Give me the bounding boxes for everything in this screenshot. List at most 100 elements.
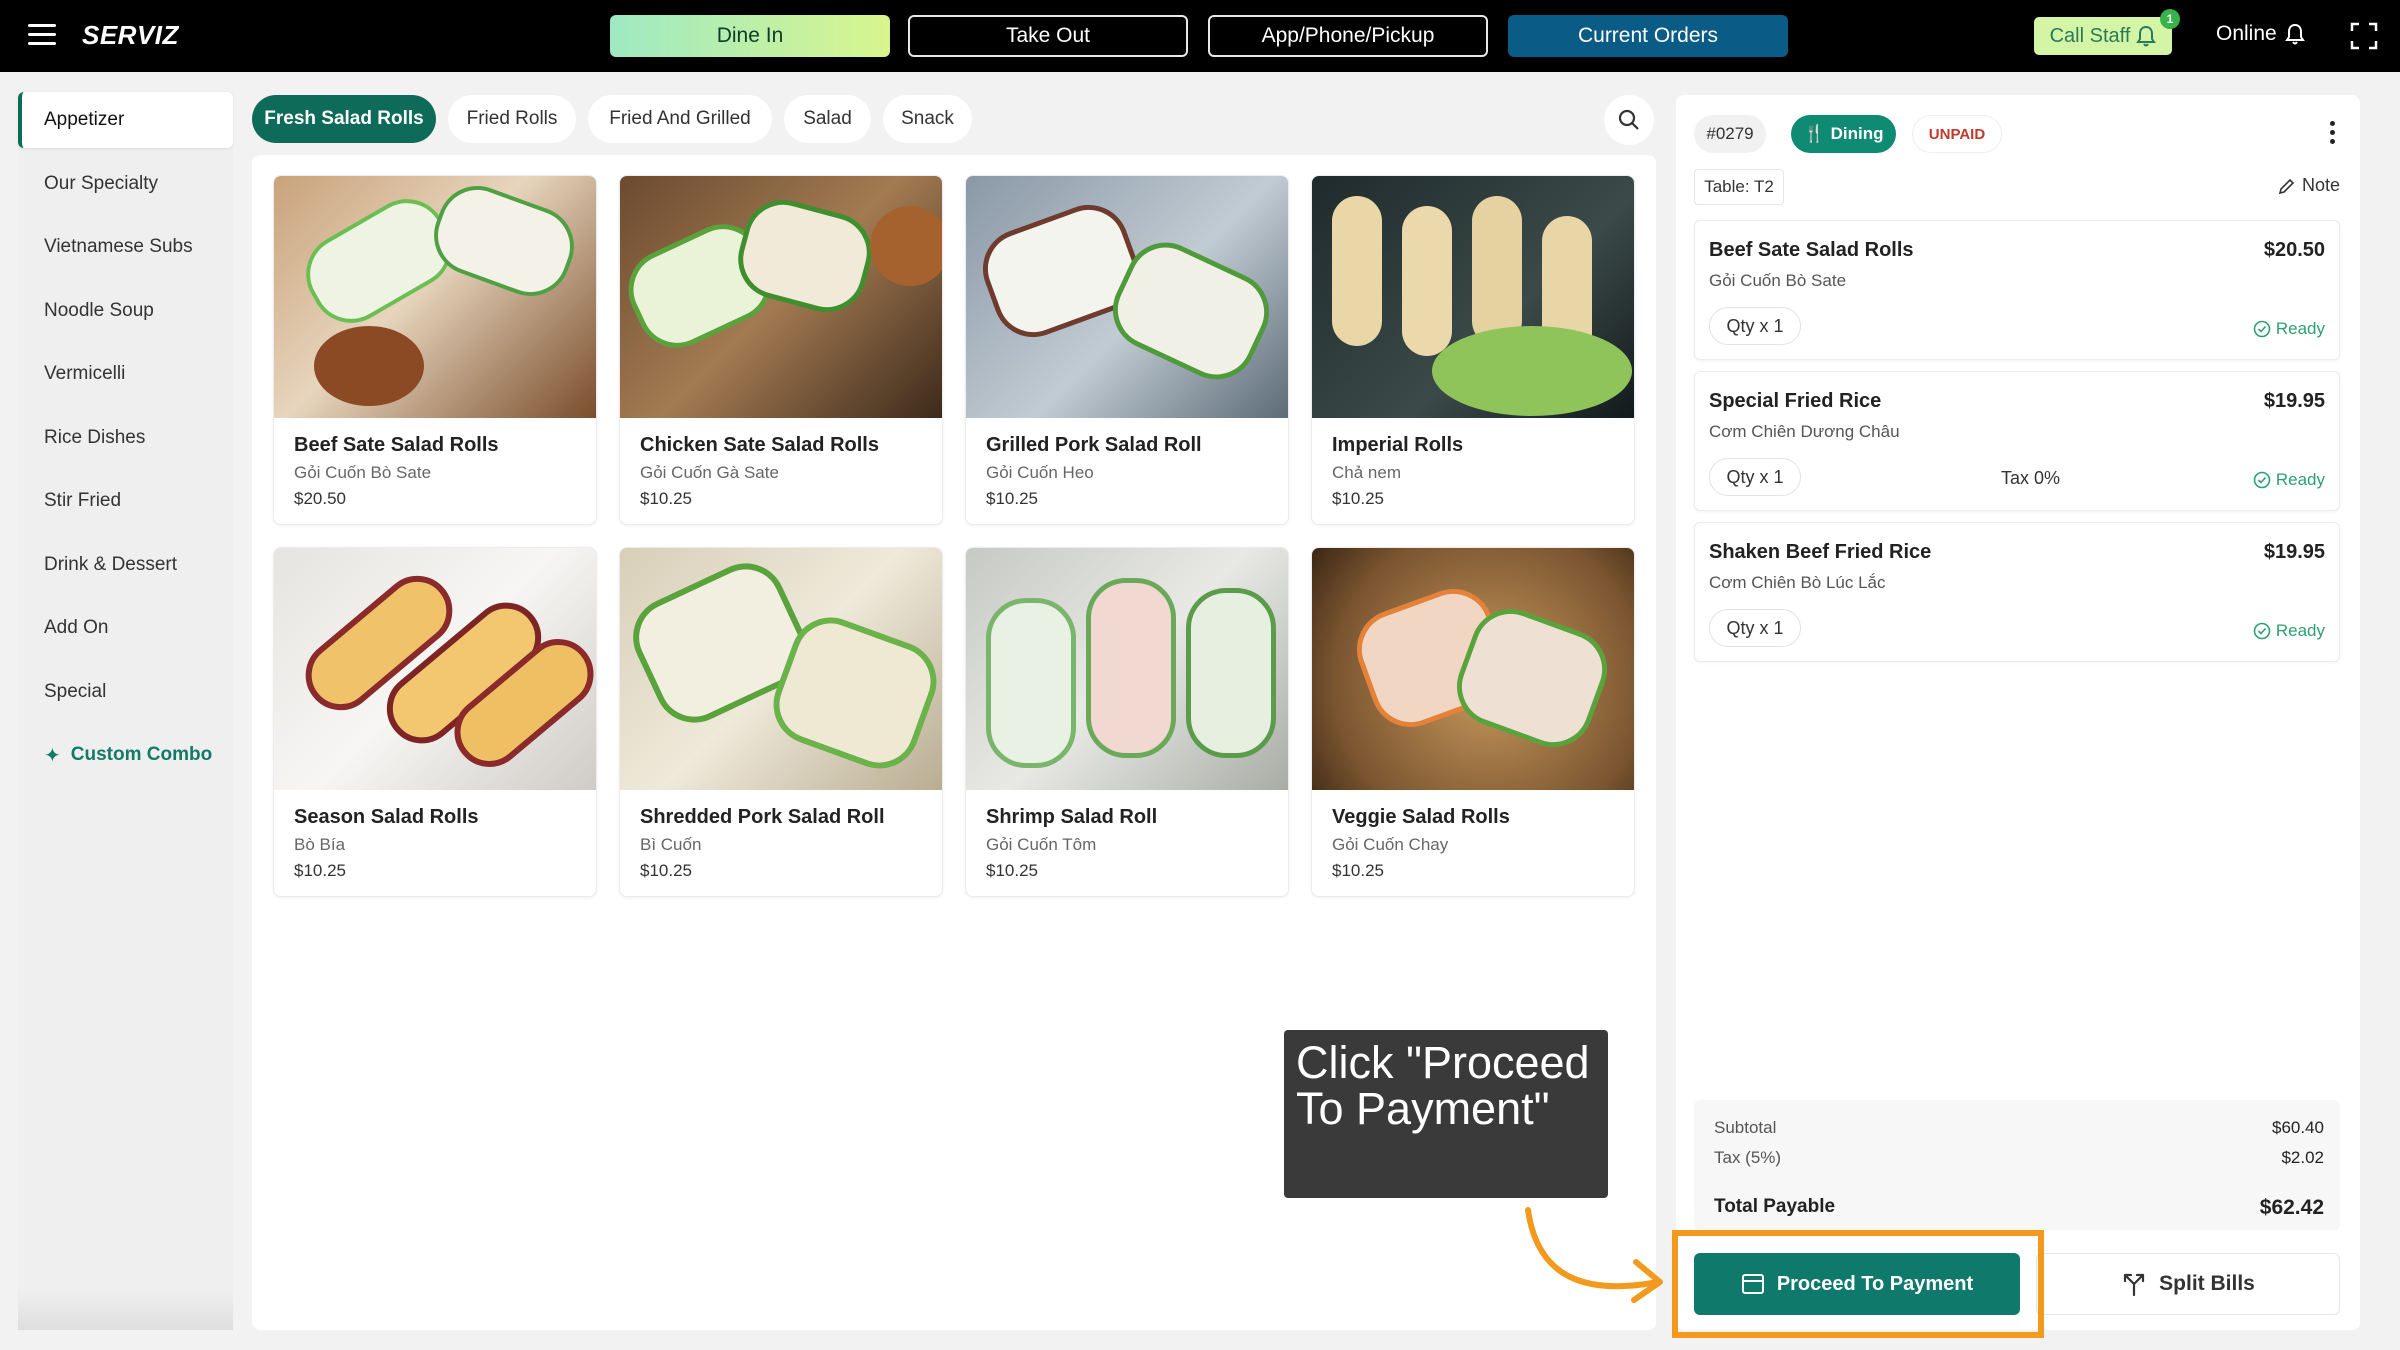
product-price: $10.25 <box>294 861 346 880</box>
item-name: Shaken Beef Fried Rice <box>1709 541 1932 563</box>
subcategory-fried-rolls[interactable]: Fried Rolls <box>448 95 576 143</box>
product-photo <box>620 548 942 790</box>
more-options-icon[interactable] <box>2326 121 2338 149</box>
online-status[interactable]: Online <box>2216 22 2305 46</box>
product-photo <box>274 548 596 790</box>
menu-icon[interactable] <box>28 24 56 48</box>
tab-current-orders[interactable]: Current Orders <box>1508 15 1788 57</box>
category-vermicelli[interactable]: Vermicelli <box>18 346 233 402</box>
subtotal-value: $60.40 <box>2272 1118 2324 1137</box>
item-price: $19.95 <box>2263 390 2325 412</box>
item-status-label: Ready <box>2275 470 2325 489</box>
order-panel: #0279 🍴 Dining UNPAID Table: T2 Note Bee… <box>1676 95 2360 1330</box>
order-type-badge[interactable]: 🍴 Dining <box>1791 115 1896 153</box>
subcategory-salad[interactable]: Salad <box>784 95 871 143</box>
bell-icon <box>2136 25 2157 47</box>
product-photo <box>1312 176 1634 418</box>
item-status-label: Ready <box>2275 621 2325 640</box>
product-card[interactable]: Shrimp Salad Roll Gỏi Cuốn Tôm $10.25 <box>965 547 1289 897</box>
order-line-item[interactable]: Special Fried Rice $19.95 Cơm Chiên Dươn… <box>1694 371 2340 511</box>
total-value: $62.42 <box>2259 1196 2324 1219</box>
product-price: $20.50 <box>294 489 346 508</box>
product-subtitle: Gỏi Cuốn Tôm <box>986 835 1097 854</box>
category-appetizer[interactable]: Appetizer <box>18 92 233 148</box>
product-name: Beef Sate Salad Rolls <box>294 434 499 456</box>
item-name: Beef Sate Salad Rolls <box>1709 239 1914 261</box>
item-status: Ready <box>2253 621 2325 641</box>
category-our-specialty[interactable]: Our Specialty <box>18 156 233 212</box>
product-card[interactable]: Shredded Pork Salad Roll Bì Cuốn $10.25 <box>619 547 943 897</box>
order-totals: Subtotal $60.40 Tax (5%) $2.02 Total Pay… <box>1694 1100 2340 1230</box>
subcategory-fried-and-grilled[interactable]: Fried And Grilled <box>588 95 772 143</box>
tab-app-phone-pickup[interactable]: App/Phone/Pickup <box>1208 15 1488 57</box>
product-name: Imperial Rolls <box>1332 434 1464 456</box>
category-stir-fried[interactable]: Stir Fried <box>18 473 233 529</box>
item-name: Special Fried Rice <box>1709 390 1882 412</box>
category-drink-dessert[interactable]: Drink & Dessert <box>18 537 233 593</box>
check-circle-icon <box>2253 320 2271 338</box>
check-circle-icon <box>2253 471 2271 489</box>
product-card[interactable]: Beef Sate Salad Rolls Gỏi Cuốn Bò Sate $… <box>273 175 597 525</box>
product-subtitle: Bò Bía <box>294 835 346 854</box>
product-card[interactable]: Season Salad Rolls Bò Bía $10.25 <box>273 547 597 897</box>
category-add-on[interactable]: Add On <box>18 600 233 656</box>
product-name: Shredded Pork Salad Roll <box>640 806 885 828</box>
brand-logo: SERVIZ <box>82 20 179 50</box>
subtotal-label: Subtotal <box>1714 1118 1777 1137</box>
product-card[interactable]: Veggie Salad Rolls Gỏi Cuốn Chay $10.25 <box>1311 547 1635 897</box>
item-qty[interactable]: Qty x 1 <box>1709 609 1801 647</box>
category-noodle-soup[interactable]: Noodle Soup <box>18 283 233 339</box>
tax-label: Tax (5%) <box>1714 1148 1782 1167</box>
category-vietnamese-subs[interactable]: Vietnamese Subs <box>18 219 233 275</box>
product-card[interactable]: Imperial Rolls Chả nem $10.25 <box>1311 175 1635 525</box>
category-sidebar: Appetizer Our Specialty Vietnamese Subs … <box>18 92 233 1330</box>
item-qty[interactable]: Qty x 1 <box>1709 307 1801 345</box>
search-button[interactable] <box>1604 95 1654 145</box>
item-subtitle: Cơm Chiên Dương Châu <box>1709 422 1900 441</box>
total-label: Total Payable <box>1714 1196 1836 1217</box>
search-icon <box>1618 109 1639 130</box>
subcategory-snack[interactable]: Snack <box>883 95 972 143</box>
fullscreen-icon[interactable] <box>2350 22 2378 50</box>
split-bills-label: Split Bills <box>2159 1272 2255 1295</box>
bell-icon <box>2284 23 2305 45</box>
tab-dine-in[interactable]: Dine In <box>610 15 890 57</box>
order-number: #0279 <box>1694 115 1766 153</box>
item-subtitle: Cơm Chiên Bò Lúc Lắc <box>1709 573 1886 592</box>
item-status: Ready <box>2253 319 2325 339</box>
split-icon <box>2124 1273 2145 1297</box>
product-card[interactable]: Chicken Sate Salad Rolls Gỏi Cuốn Gà Sat… <box>619 175 943 525</box>
call-staff-badge: 1 <box>2160 9 2180 29</box>
subcategory-fresh-salad-rolls[interactable]: Fresh Salad Rolls <box>252 95 436 143</box>
category-custom-combo[interactable]: ✦ Custom Combo <box>18 727 233 783</box>
product-price: $10.25 <box>1332 489 1384 508</box>
product-subtitle: Gỏi Cuốn Chay <box>1332 835 1449 854</box>
item-subtitle: Gỏi Cuốn Bò Sate <box>1709 271 1847 290</box>
split-bills-button[interactable]: Split Bills <box>2036 1253 2340 1315</box>
top-bar: SERVIZ Dine In Take Out App/Phone/Pickup… <box>0 0 2400 72</box>
item-qty[interactable]: Qty x 1 <box>1709 458 1801 496</box>
check-circle-icon <box>2253 622 2271 640</box>
product-subtitle: Gỏi Cuốn Heo <box>986 463 1094 482</box>
product-photo <box>274 176 596 418</box>
product-subtitle: Bì Cuốn <box>640 835 702 854</box>
product-card[interactable]: Grilled Pork Salad Roll Gỏi Cuốn Heo $10… <box>965 175 1289 525</box>
pencil-icon <box>2278 178 2295 194</box>
item-status: Ready <box>2253 470 2325 490</box>
sidebar-fade <box>18 1290 233 1330</box>
product-price: $10.25 <box>986 489 1038 508</box>
item-price: $20.50 <box>2263 239 2325 261</box>
tutorial-highlight-box <box>1672 1230 2044 1338</box>
call-staff-button[interactable]: Call Staff 1 <box>2034 9 2180 55</box>
order-line-item[interactable]: Beef Sate Salad Rolls $20.50 Gỏi Cuốn Bò… <box>1694 220 2340 360</box>
category-special[interactable]: Special <box>18 664 233 720</box>
note-button[interactable]: Note <box>2278 175 2340 196</box>
sparkle-icon: ✦ <box>44 744 61 767</box>
order-line-item[interactable]: Shaken Beef Fried Rice $19.95 Cơm Chiên … <box>1694 522 2340 662</box>
item-price: $19.95 <box>2263 541 2325 563</box>
tutorial-arrow-icon <box>1525 1207 1663 1303</box>
tab-take-out[interactable]: Take Out <box>908 15 1188 57</box>
order-type-label: Dining <box>1830 124 1884 143</box>
product-subtitle: Chả nem <box>1332 463 1401 482</box>
category-rice-dishes[interactable]: Rice Dishes <box>18 410 233 466</box>
